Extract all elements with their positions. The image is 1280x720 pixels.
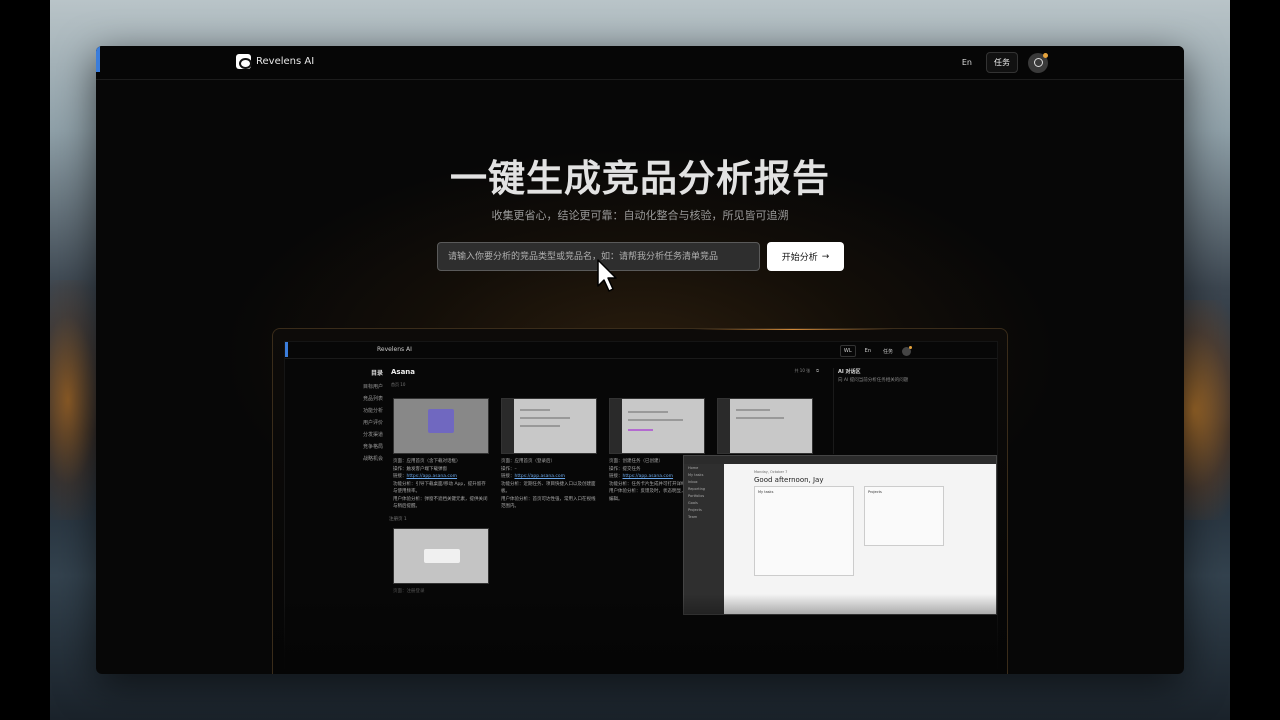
asana-projects: Projects — [864, 486, 944, 546]
notification-dot — [1043, 52, 1048, 58]
user-avatar-button[interactable] — [1028, 52, 1048, 73]
card-link-row: 链接：https://app.asana.com — [393, 473, 489, 481]
preview-screenshot — [393, 398, 489, 454]
brand-name: Revelens AI — [256, 56, 315, 67]
asana-sidebar-item: Portfolios — [688, 493, 705, 498]
card-feature: 功能分析：引导下载桌面/移动 App，提升留存与使用频率。 — [393, 481, 486, 495]
asana-projects-label: Projects — [868, 490, 882, 494]
preview-toc-item: 战略机会 — [362, 456, 383, 462]
asana-sidebar: Home My tasks Inbox Reporting Portfolios… — [684, 464, 724, 614]
card-link-row: 链接：https://app.asana.com — [501, 473, 597, 481]
asana-sidebar-item: Projects — [688, 507, 702, 512]
preview-nav: WL En 任务 — [839, 345, 912, 357]
preview-toc-item: 用户评价 — [362, 420, 383, 426]
asana-sidebar-item: Home — [688, 465, 699, 470]
card-link-label: 链接： — [393, 474, 407, 479]
preview-toc-item: 竞争格局 — [362, 444, 383, 450]
card-op: 操作：触发客户端下载弹窗 — [393, 466, 447, 472]
preview-card-text: 页面：应用首页（含下载对话框） 操作：触发客户端下载弹窗 链接：https://… — [393, 458, 489, 511]
asana-sidebar-item: Team — [688, 514, 698, 519]
start-analysis-button[interactable]: 开始分析 → — [767, 242, 844, 271]
letterbox-left — [0, 0, 50, 720]
preview-section-label: 注册页 1 — [389, 517, 407, 522]
preview-screenshot — [501, 398, 597, 454]
preview-nav-chip: En — [864, 348, 871, 354]
preview-toc-item: 分发渠道 — [362, 432, 383, 438]
preview-ai-panel: AI 对话区 向 AI 提问当前分析任务相关的问题 — [833, 368, 997, 454]
preview-asana-screenshot: Home My tasks Inbox Reporting Portfolios… — [683, 455, 997, 615]
asana-my-tasks: My tasks — [754, 486, 854, 576]
asana-date: Monday, October 7 — [754, 470, 788, 474]
hero-subtitle: 收集更省心，结论更可靠：自动化整合与核验，所见皆可追溯 — [491, 209, 789, 222]
mouse-cursor-icon — [597, 259, 617, 292]
user-icon — [1033, 58, 1043, 67]
preview-screenshot — [717, 398, 813, 454]
card-feature: 功能分析：近期任务、项目快捷入口以及创建面板。 — [501, 481, 596, 495]
preview-toc-item: 功能分析 — [362, 408, 383, 414]
preview-toc-item: 目标用户 — [362, 384, 383, 390]
preview-fade — [273, 594, 1007, 674]
card-link: https://app.asana.com — [514, 474, 566, 479]
nav-actions: En 任务 — [958, 52, 1048, 73]
preview-card: 页面：应用首页（登录后） 操作：– 链接：https://app.asana.c… — [501, 398, 597, 511]
tasks-button[interactable]: 任务 — [986, 52, 1018, 73]
brand-logo-icon — [236, 54, 252, 69]
letterbox-right — [1230, 0, 1280, 720]
preview-toc-item: 竞品列表 — [362, 396, 383, 402]
app-window: Revelens AI En 任务 一键生成竞品分析报告 收集更省心，结论更可靠… — [96, 46, 1184, 674]
preview-screenshot — [393, 528, 489, 584]
preview-toc-title: 目录 — [370, 370, 383, 377]
preview-main: Asana 首页 10 共 10 张 ⧉ 页面：应用首页（含下载对话框） 操作：… — [391, 368, 821, 509]
preview-accent-bar — [285, 342, 288, 357]
card-page: 页面：应用首页（含下载对话框） — [393, 459, 461, 464]
preview-tools-count: 共 10 张 — [794, 368, 811, 373]
preview-glow — [693, 329, 893, 330]
preview-top-bar: Revelens AI WL En 任务 — [285, 342, 997, 359]
asana-top-bar — [684, 456, 996, 464]
preview-toc: 目录 目标用户 竞品列表 功能分析 用户评价 分发渠道 竞争格局 战略机会 — [345, 368, 383, 465]
preview-brand: Revelens AI — [377, 346, 412, 353]
card-op: 操作：– — [501, 466, 517, 472]
preview-screenshot — [609, 398, 705, 454]
preview-tools: 共 10 张 ⧉ — [795, 368, 820, 374]
language-toggle-button[interactable]: En — [958, 55, 976, 70]
preview-ai-title: AI 对话区 — [838, 369, 861, 375]
copy-icon: ⧉ — [816, 368, 819, 373]
preview-card-text: 页面：应用首页（登录后） 操作：– 链接：https://app.asana.c… — [501, 458, 597, 511]
preview-ai-desc: 向 AI 提问当前分析任务相关的问题 — [838, 378, 909, 383]
card-link-label: 链接： — [501, 474, 515, 479]
card-ux: 用户体验分析：首页可达性强，常用入口在视线范围内。 — [501, 496, 596, 510]
card-page: 页面：应用首页（登录后） — [501, 459, 555, 464]
card-link: https://app.asana.com — [406, 474, 458, 479]
asana-sidebar-item: Inbox — [688, 479, 698, 484]
product-preview: Revelens AI WL En 任务 目录 目标用户 竞品列表 功能分析 用… — [272, 328, 1008, 674]
accent-bar — [96, 46, 100, 72]
asana-sidebar-item: Goals — [688, 500, 698, 505]
preview-card: 页面：应用首页（含下载对话框） 操作：触发客户端下载弹窗 链接：https://… — [393, 398, 489, 511]
asana-my-tasks-label: My tasks — [758, 490, 774, 494]
preview-avatar-icon — [902, 345, 912, 356]
card-link: https://app.asana.com — [622, 474, 674, 479]
preview-card: 页面：注册登录 — [393, 528, 489, 594]
preview-breadcrumb: 首页 10 — [391, 382, 406, 387]
card-ux: 用户体验分析：弹窗不遮挡关键元素，提供关闭与稍后提醒。 — [393, 496, 488, 510]
arrow-right-icon: → — [821, 251, 830, 262]
start-analysis-label: 开始分析 — [781, 253, 818, 263]
asana-sidebar-item: My tasks — [688, 472, 704, 477]
brand[interactable]: Revelens AI — [236, 54, 314, 69]
preview-app-title: Asana — [391, 368, 416, 376]
preview-nav-chip: 任务 — [882, 348, 893, 355]
card-link-label: 链接： — [609, 474, 623, 479]
hero-title: 一键生成竞品分析报告 — [450, 157, 830, 200]
preview-nav-chip: WL — [839, 345, 856, 357]
top-nav-bar: Revelens AI En 任务 — [96, 46, 1184, 80]
asana-greeting: Good afternoon, Jay — [754, 476, 824, 484]
asana-sidebar-item: Reporting — [688, 486, 706, 491]
